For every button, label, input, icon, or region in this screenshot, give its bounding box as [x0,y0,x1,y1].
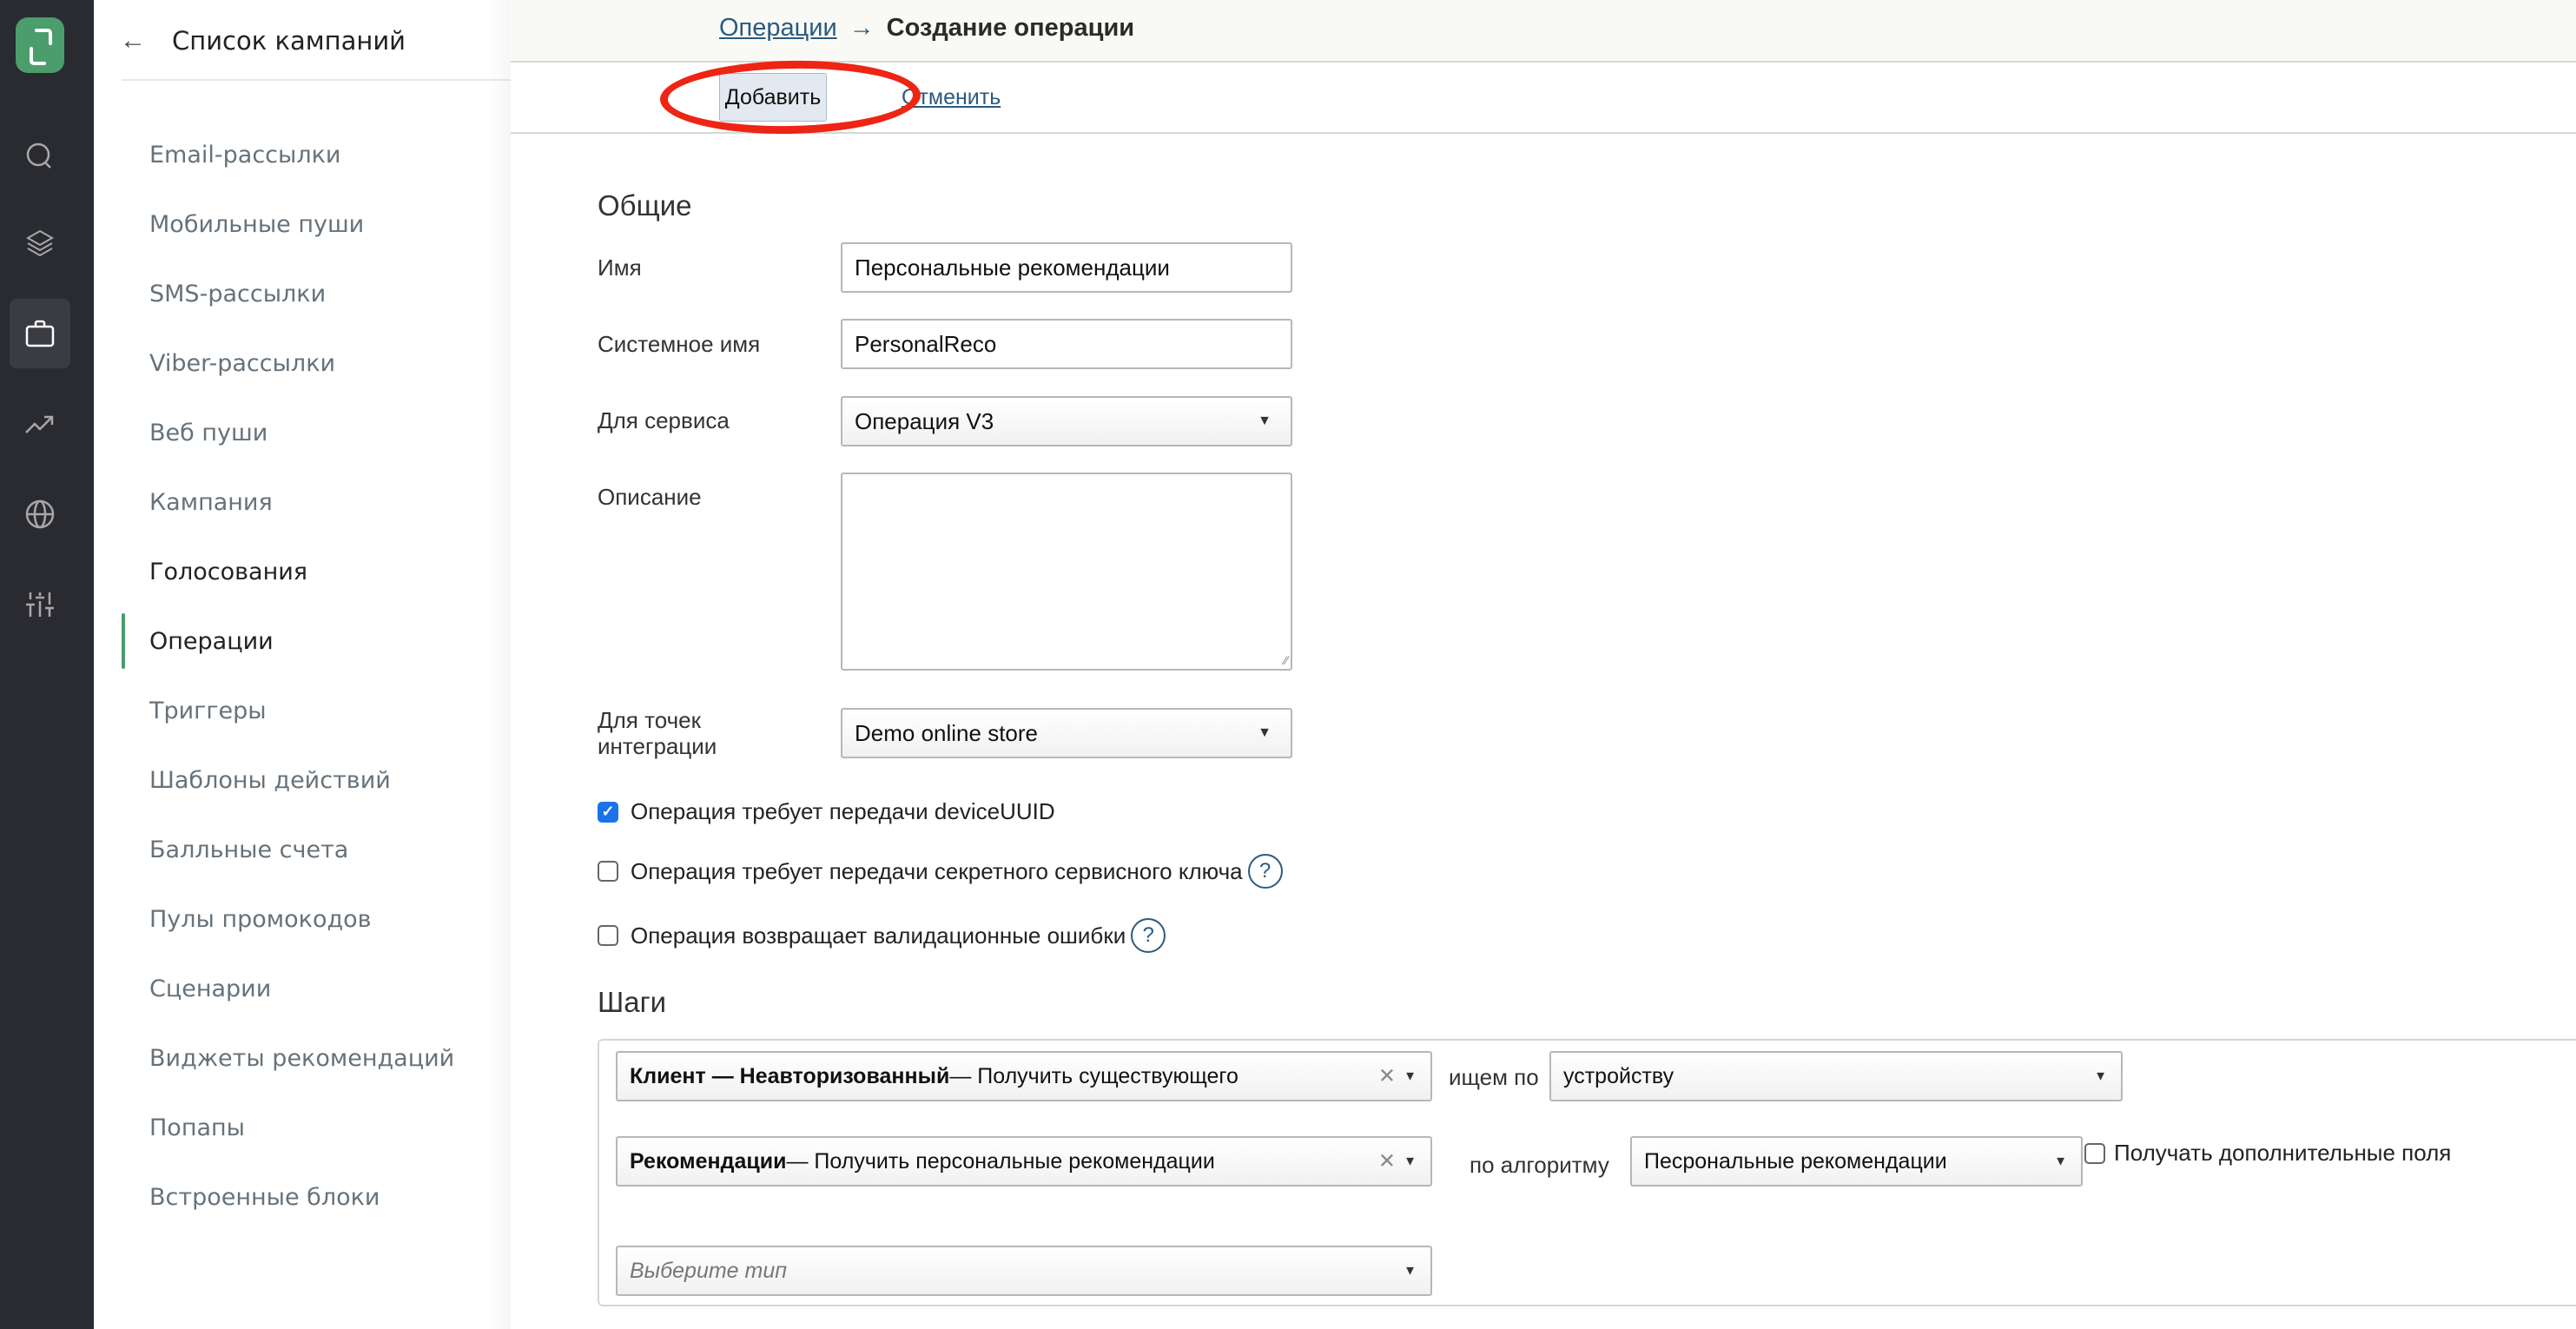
sliders-icon [26,592,54,617]
checkbox-validation-errors-label[interactable]: Операция возвращает валидационные ошибки [631,922,1126,949]
sidebar-item-mobile-push[interactable]: Мобильные пуши [149,202,364,246]
chevron-down-icon: ▼ [1258,413,1271,428]
step-1-type-select[interactable]: Клиент — Неавторизованный — Получить сущ… [616,1051,1432,1101]
system-name-label: Системное имя [598,331,761,357]
layers-icon [25,229,55,257]
back-to-campaigns[interactable]: ← Список кампаний [120,19,406,63]
chevron-down-icon: ▼ [2054,1154,2067,1169]
sidebar-item-popups[interactable]: Попапы [149,1106,245,1149]
step-2-type-bold: Рекомендации [630,1148,787,1174]
rail-analytics[interactable] [10,389,70,459]
name-label: Имя [598,255,642,281]
checkbox-extra-fields[interactable] [2084,1142,2105,1164]
action-toolbar: Добавить Отменить [511,63,2576,134]
step-1-param-label: ищем по [1449,1064,1539,1090]
rail-layers[interactable] [10,208,70,278]
sidebar-item-viber[interactable]: Viber-рассылки [149,341,335,385]
add-button[interactable]: Добавить [719,73,827,122]
section-general-title: Общие [598,189,692,222]
description-textarea[interactable]: ⁄⁄ [841,473,1292,671]
sidebar-item-points[interactable]: Балльные счета [149,828,348,871]
page-title: Создание операции [886,14,1135,42]
rail-search[interactable] [10,122,70,191]
service-label: Для сервиса [598,407,730,433]
clear-icon[interactable]: ✕ [1378,1149,1396,1174]
step-2-type-rest: — Получить персональные рекомендации [786,1148,1215,1174]
help-icon[interactable]: ? [1131,918,1166,953]
service-select[interactable]: Операция V3 ▼ [841,396,1292,446]
sidebar-item-sms[interactable]: SMS-рассылки [149,272,326,315]
sidebar-item-email[interactable]: Email-рассылки [149,133,340,176]
sidebar-title[interactable]: Список кампаний [172,26,406,56]
checkbox-validation-errors-row: Операция возвращает валидационные ошибки… [598,918,1166,953]
step-1-type-rest: — Получить существующего [949,1063,1238,1088]
page-header: Операции → Создание операции [511,0,2576,63]
clear-icon[interactable]: ✕ [1378,1064,1396,1089]
checkbox-validation-errors[interactable] [598,925,618,946]
integration-select-value: Demo online store [855,719,1038,746]
step-1-param-select[interactable]: устройству ▼ [1549,1051,2123,1101]
sidebar-item-triggers[interactable]: Триггеры [149,689,267,732]
campaigns-sidebar: ← Список кампаний Email-рассылки Мобильн… [94,0,511,1329]
step-2-param-value: Песрональные рекомендации [1644,1148,1947,1174]
rail-campaigns[interactable] [10,299,70,368]
logo-icon [30,29,52,65]
sidebar-item-reco-widgets[interactable]: Виджеты рекомендаций [149,1036,454,1080]
extra-fields-row: Получать дополнительные поля [2084,1140,2451,1167]
rail-globe[interactable] [10,479,70,549]
app-logo[interactable] [16,17,64,73]
sidebar-item-action-templates[interactable]: Шаблоны действий [149,758,391,802]
help-icon[interactable]: ? [1247,854,1283,889]
arrow-left-icon[interactable]: ← [120,26,172,56]
sidebar-item-embedded-blocks[interactable]: Встроенные блоки [149,1175,380,1219]
chevron-down-icon: ▼ [2094,1068,2107,1084]
checkbox-secret-key[interactable] [598,861,618,882]
integration-label-line2: интеграции [598,733,717,759]
checkbox-secret-key-label[interactable]: Операция требует передачи секретного сер… [631,858,1243,885]
system-name-input[interactable]: PersonalReco [841,319,1292,369]
service-select-value: Операция V3 [855,407,994,434]
breadcrumb: Операции → Создание операции [719,14,1134,43]
new-step-type-select[interactable]: Выберите тип ▼ [616,1246,1432,1296]
sidebar-item-voting[interactable]: Голосования [149,550,307,593]
checkbox-extra-fields-label[interactable]: Получать дополнительные поля [2114,1140,2451,1167]
cancel-link[interactable]: Отменить [902,85,1001,110]
checkbox-device-uuid-row: ✓ Операция требует передачи deviceUUID [598,798,1055,825]
step-2-param-label: по алгоритму [1470,1152,1609,1178]
integration-select[interactable]: Demo online store ▼ [841,708,1292,758]
chevron-down-icon: ▼ [1404,1068,1417,1084]
checkbox-device-uuid-label[interactable]: Операция требует передачи deviceUUID [631,798,1055,825]
name-input[interactable]: Персональные рекомендации [841,242,1292,293]
chevron-down-icon: ▼ [1404,1263,1417,1279]
chevron-down-icon: ▼ [1258,725,1271,740]
sidebar-item-scenarios[interactable]: Сценарии [149,967,271,1010]
step-1-param-value: устройству [1563,1063,1674,1088]
sidebar-item-promo-pools[interactable]: Пулы промокодов [149,897,372,941]
step-2-type-select[interactable]: Рекомендации — Получить персональные рек… [616,1136,1432,1187]
active-indicator [122,613,125,669]
chevron-down-icon: ▼ [1404,1154,1417,1169]
checkbox-secret-key-row: Операция требует передачи секретного сер… [598,854,1283,889]
checkbox-device-uuid[interactable]: ✓ [598,801,618,823]
trending-up-icon [25,415,54,433]
breadcrumb-operations-link[interactable]: Операции [719,14,837,43]
new-step-placeholder: Выберите тип [630,1258,788,1283]
globe-icon [25,499,55,529]
step-2-param-select[interactable]: Песрональные рекомендации ▼ [1630,1136,2083,1187]
briefcase-icon [25,320,55,347]
sidebar-item-campaign[interactable]: Кампания [149,480,273,524]
sidebar-item-operations[interactable]: Операции [149,619,274,663]
section-steps-title: Шаги [598,986,667,1018]
resize-grip-icon[interactable]: ⁄⁄ [1284,653,1288,667]
step-1-type-bold: Клиент — Неавторизованный [630,1063,950,1088]
sidebar-divider [122,79,511,81]
icon-rail [0,0,94,1329]
search-icon [26,142,51,169]
sidebar-item-web-push[interactable]: Веб пуши [149,411,268,454]
arrow-right-icon: → [849,14,875,42]
integration-label: Для точек интеграции [598,707,717,759]
rail-settings[interactable] [10,570,70,639]
integration-label-line1: Для точек [598,707,701,733]
description-label: Описание [598,484,702,510]
